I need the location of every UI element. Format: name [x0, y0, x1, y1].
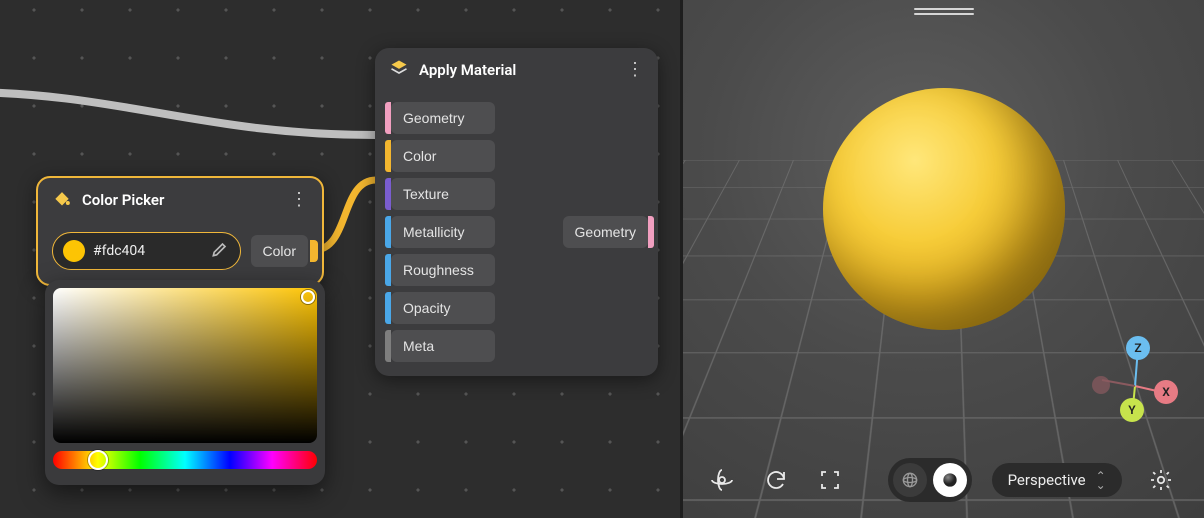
material-input-label: Texture	[403, 186, 449, 202]
material-input-row[interactable]: Geometry	[385, 102, 648, 134]
material-input-row[interactable]: Roughness	[385, 254, 648, 286]
material-input-roughness[interactable]: Roughness	[391, 254, 495, 286]
hue-cursor-icon[interactable]	[88, 450, 108, 470]
yellow-port-icon	[310, 240, 318, 262]
saturation-value-box[interactable]	[53, 288, 317, 443]
bucket-icon	[52, 188, 72, 212]
apply-material-title: Apply Material	[419, 61, 616, 79]
color-picker-node[interactable]: Color Picker ⋮ #fdc404 Color	[36, 176, 324, 286]
projection-selector[interactable]: Perspective ⌃⌄	[992, 463, 1122, 497]
color-picker-header[interactable]: Color Picker ⋮	[38, 178, 322, 222]
hex-value: #fdc404	[93, 243, 202, 259]
material-input-opacity[interactable]: Opacity	[391, 292, 495, 324]
material-input-row[interactable]: Texture	[385, 178, 648, 210]
axis-y-handle[interactable]: Y	[1120, 398, 1144, 422]
material-input-label: Meta	[403, 338, 434, 354]
preview-sphere[interactable]	[823, 88, 1065, 330]
material-input-row[interactable]: Metallicity Geometry	[385, 216, 648, 248]
material-input-metallicity[interactable]: Metallicity	[391, 216, 495, 248]
material-input-geometry[interactable]: Geometry	[391, 102, 495, 134]
node-graph-canvas[interactable]: Color Picker ⋮ #fdc404 Color	[0, 0, 680, 518]
material-input-label: Geometry	[403, 110, 464, 126]
pencil-icon[interactable]	[210, 239, 230, 263]
apply-material-header[interactable]: Apply Material ⋮	[375, 48, 658, 92]
axis-gizmo[interactable]: Z X Y	[1092, 336, 1178, 422]
material-input-texture[interactable]: Texture	[391, 178, 495, 210]
viewport-3d[interactable]: Z X Y P	[680, 0, 1204, 518]
projection-label: Perspective	[1008, 471, 1086, 489]
material-output-label: Geometry	[575, 224, 636, 240]
axis-x-label: X	[1162, 385, 1170, 399]
material-input-row[interactable]: Color	[385, 140, 648, 172]
axis-y-label: Y	[1128, 403, 1135, 417]
layers-icon	[389, 58, 409, 82]
node-menu-button[interactable]: ⋮	[290, 195, 308, 205]
solid-mode-button[interactable]	[933, 463, 967, 497]
orbit-icon[interactable]	[705, 463, 739, 497]
apply-material-node[interactable]: Apply Material ⋮ Geometry Color Texture Met…	[375, 48, 658, 376]
axis-z-handle[interactable]: Z	[1126, 336, 1150, 360]
axis-z-label: Z	[1134, 341, 1141, 355]
sv-cursor-icon[interactable]	[301, 290, 315, 304]
color-output-port[interactable]: Color	[251, 235, 308, 267]
material-output-geometry[interactable]: Geometry	[563, 216, 648, 248]
wireframe-mode-button[interactable]	[893, 463, 927, 497]
frame-icon[interactable]	[813, 463, 847, 497]
material-input-color[interactable]: Color	[391, 140, 495, 172]
material-input-row[interactable]: Opacity	[385, 292, 648, 324]
color-output-label: Color	[263, 243, 296, 259]
shading-mode-toggle[interactable]	[888, 458, 972, 502]
swatch-preview	[63, 240, 85, 262]
hue-slider[interactable]	[53, 451, 317, 469]
refresh-icon[interactable]	[759, 463, 793, 497]
viewport-toolbar: Perspective ⌃⌄	[683, 458, 1204, 502]
viewport-settings-button[interactable]	[1142, 461, 1180, 499]
material-input-label: Metallicity	[403, 224, 464, 240]
color-picker-title: Color Picker	[82, 191, 280, 209]
output-port-icon[interactable]	[648, 216, 654, 248]
color-gradient-popup[interactable]	[45, 280, 325, 485]
material-input-label: Opacity	[403, 300, 450, 316]
material-input-label: Roughness	[403, 262, 474, 278]
material-input-meta[interactable]: Meta	[391, 330, 495, 362]
hex-input-pill[interactable]: #fdc404	[52, 232, 241, 270]
material-input-label: Color	[403, 148, 436, 164]
chevron-updown-icon: ⌃⌄	[1096, 472, 1106, 489]
axis-negative-handle[interactable]	[1092, 376, 1110, 394]
axis-x-handle[interactable]: X	[1154, 380, 1178, 404]
panel-drag-handle-icon[interactable]	[914, 8, 974, 14]
node-menu-button[interactable]: ⋮	[626, 65, 644, 75]
material-input-row[interactable]: Meta	[385, 330, 648, 362]
